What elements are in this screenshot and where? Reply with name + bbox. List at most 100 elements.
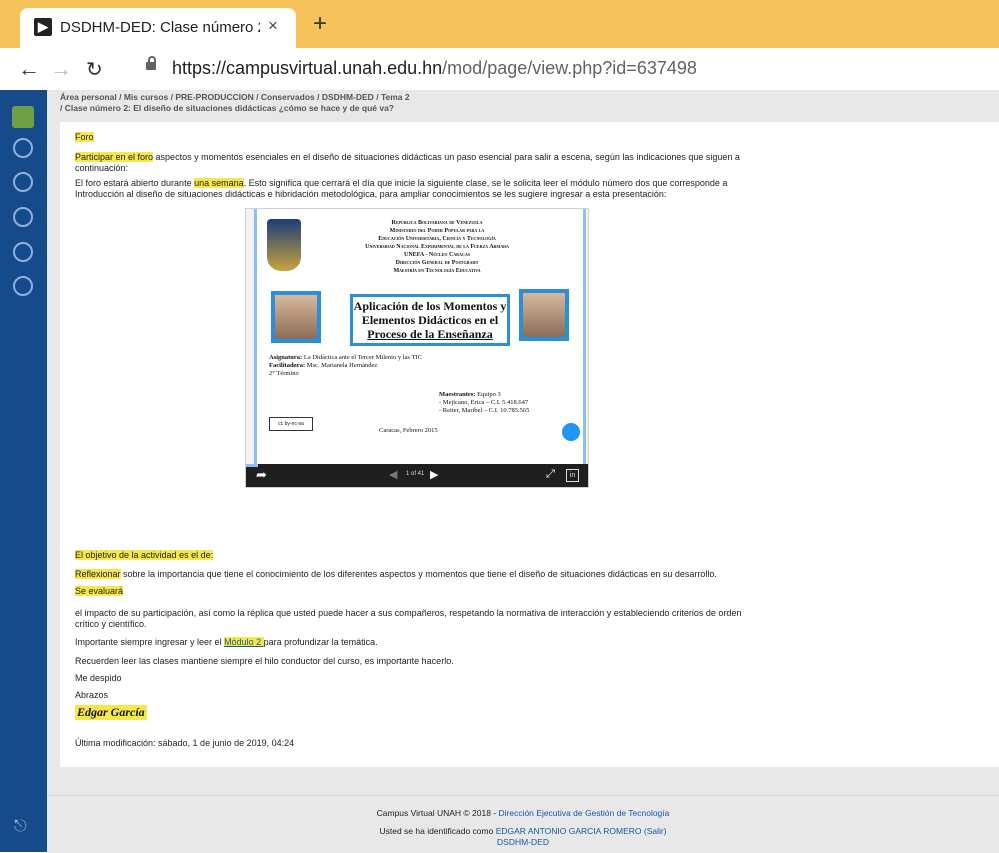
- slide-action-dot[interactable]: [562, 423, 580, 441]
- footer-login-text: Usted se ha identificado como: [379, 826, 496, 836]
- browser-toolbar: ← → ↻ https://campusvirtual.unah.edu.hn/…: [0, 48, 999, 91]
- modulo-2-link[interactable]: Módulo 2: [224, 637, 264, 647]
- footer-course-link: DSDHM-DED: [47, 837, 999, 848]
- breadcrumb-sep: /: [119, 92, 122, 102]
- moodle-favicon-icon: ▶: [34, 18, 52, 36]
- reflexionar-highlight: Reflexionar: [75, 569, 121, 579]
- footer-copyright-text: Campus Virtual UNAH © 2018 -: [376, 808, 499, 818]
- creative-commons-badge: cc by-nc-sa: [269, 417, 313, 431]
- calendar-icon[interactable]: [13, 207, 33, 227]
- una-semana-highlight: una semana: [194, 178, 244, 188]
- slide-title-line: Proceso de la Enseñanza: [367, 327, 493, 341]
- footer-copyright: Campus Virtual UNAH © 2018 - Dirección E…: [47, 808, 999, 819]
- messages-icon[interactable]: [13, 242, 33, 262]
- breadcrumb-item[interactable]: PRE-PRODUCCION: [175, 92, 253, 102]
- breadcrumb-item[interactable]: DSDHM-DED: [322, 92, 374, 102]
- facilitadora-value: Msc. Marianela Hernández: [305, 362, 378, 369]
- tab-close-icon[interactable]: ×: [268, 16, 278, 36]
- linkedin-icon[interactable]: in: [566, 469, 579, 482]
- breadcrumb-sep: /: [170, 92, 173, 102]
- breadcrumb-sep: /: [60, 103, 63, 113]
- importante-text-2: para profundizar la temática.: [263, 637, 378, 647]
- forward-arrow-icon[interactable]: →: [50, 56, 72, 82]
- presenter-photo-left: [271, 291, 321, 343]
- slide-counter: 1 of 41: [406, 471, 425, 477]
- participar-link[interactable]: Participar en el foro: [75, 152, 154, 162]
- university-crest-icon: [267, 219, 301, 271]
- section-heading-foro: Foro: [75, 132, 94, 143]
- footer-user-link[interactable]: EDGAR ANTONIO GARCIA ROMERO: [496, 826, 642, 836]
- presentation-slide: República Bolivariana de Venezuela Minis…: [254, 209, 586, 464]
- nav-drawer: ⎋: [0, 90, 47, 852]
- maestrantes-value: Equipo 3: [475, 391, 501, 398]
- last-modified: Última modificación: sábado, 1 de junio …: [75, 738, 295, 748]
- maestrante-1: - Mejicano, Erica – C.I. 5.418.647: [439, 399, 529, 406]
- reload-icon[interactable]: ↻: [86, 57, 103, 82]
- presenter-photo-right: [519, 289, 569, 341]
- breadcrumb-item[interactable]: Mis cursos: [124, 92, 168, 102]
- breadcrumb-item[interactable]: Área personal: [60, 92, 117, 102]
- facilitadora-label: Facilitadora:: [269, 362, 306, 369]
- prev-slide-icon[interactable]: ◀: [389, 468, 397, 481]
- participants-icon[interactable]: [13, 276, 33, 296]
- breadcrumb: Área personal / Mis cursos / PRE-PRODUCC…: [60, 92, 410, 102]
- back-arrow-icon[interactable]: ←: [18, 56, 40, 82]
- breadcrumb-sep: /: [256, 92, 259, 102]
- site-logo-icon[interactable]: [12, 106, 34, 128]
- person-photo-icon: [523, 293, 565, 337]
- presentation-progress: [246, 464, 258, 467]
- courses-icon[interactable]: [13, 172, 33, 192]
- url-path: /mod/page/view.php?id=637498: [442, 58, 697, 78]
- breadcrumb-sep: /: [317, 92, 320, 102]
- breadcrumb-current: / Clase número 2: El diseño de situacion…: [60, 103, 394, 113]
- fullscreen-icon[interactable]: ⤢: [546, 468, 555, 481]
- termino: 2° Término: [269, 370, 299, 377]
- slide-title-line: Elementos Didácticos en el: [361, 313, 499, 327]
- slide-details: Asignatura: La Didáctica ante el Tercer …: [269, 354, 489, 378]
- paragraph-participar: Participar en el foro aspectos y momento…: [75, 152, 765, 174]
- slide-header-line: Maestría en Tecnología Educativa: [393, 268, 481, 274]
- abrazos: Abrazos: [75, 690, 109, 700]
- slide-header-line: UNEFA - Núcleo Caracas: [404, 252, 470, 258]
- slide-header-line: República Bolivariana de Venezuela: [391, 220, 483, 226]
- paragraph-reflexionar: Reflexionar sobre la importancia que tie…: [75, 569, 765, 580]
- breadcrumb-item[interactable]: Tema 2: [381, 92, 410, 102]
- breadcrumb-sep: /: [376, 92, 379, 102]
- objetivo-heading: El objetivo de la actividad es el de:: [75, 550, 214, 561]
- slide-header: República Bolivariana de Venezuela Minis…: [321, 219, 553, 275]
- participar-text: aspectos y momentos esenciales en el dis…: [75, 152, 740, 173]
- address-bar[interactable]: https://campusvirtual.unah.edu.hn/mod/pa…: [172, 58, 697, 79]
- slide-title: Aplicación de los Momentos y Elementos D…: [350, 294, 510, 346]
- footer-logout-link[interactable]: (Salir): [642, 826, 667, 836]
- foro-label: Foro: [75, 132, 94, 142]
- browser-tab[interactable]: ▶ DSDHM-DED: Clase número 2: El ×: [20, 8, 296, 48]
- logout-icon[interactable]: ⎋: [14, 818, 27, 836]
- next-slide-icon[interactable]: ▶: [430, 468, 438, 481]
- paragraph-recuerden: Recuerden leer las clases mantiene siemp…: [75, 656, 454, 666]
- slide-header-line: Ministerio del Poder Popular para la: [389, 228, 485, 234]
- breadcrumb-current-label: Clase número 2: El diseño de situaciones…: [64, 103, 395, 113]
- slide-title-line: Aplicación de los Momentos y: [353, 299, 507, 313]
- objetivo-label: El objetivo de la actividad es el de:: [75, 550, 214, 560]
- new-tab-icon[interactable]: +: [313, 10, 327, 38]
- paragraph-impacto: el impacto de su participación, así como…: [75, 608, 742, 629]
- foro-abierto-text: El foro estará abierto durante: [75, 178, 195, 188]
- presentation-controls: ➦ ◀ 1 of 41 ▶ ⤢ in: [246, 464, 588, 487]
- asignatura-label: Asignatura:: [269, 354, 303, 361]
- breadcrumb-item[interactable]: Conservados: [261, 92, 315, 102]
- lock-icon[interactable]: [146, 56, 156, 70]
- footer-course-shortname[interactable]: DSDHM-DED: [497, 837, 549, 847]
- url-host: https://campusvirtual.unah.edu.hn: [172, 58, 443, 78]
- maestrantes-label: Maestrantes:: [439, 391, 476, 398]
- dashboard-icon[interactable]: [13, 138, 33, 158]
- footer-dept-link[interactable]: Dirección Ejecutiva de Gestión de Tecnol…: [498, 808, 669, 818]
- slide-header-line: Dirección General de Postgrado: [395, 260, 479, 266]
- evaluara-label: Se evaluará: [75, 586, 124, 596]
- tab-title: DSDHM-DED: Clase número 2: El: [60, 19, 260, 36]
- page-footer: Campus Virtual UNAH © 2018 - Dirección E…: [47, 795, 999, 853]
- importante-text: Importante siempre ingresar y leer el: [75, 637, 225, 647]
- embedded-presentation[interactable]: República Bolivariana de Venezuela Minis…: [245, 208, 589, 488]
- share-icon[interactable]: ➦: [256, 467, 267, 483]
- asignatura-value: La Didáctica ante el Tercer Milenio y la…: [302, 354, 422, 361]
- paragraph-foro-abierto: El foro estará abierto durante una seman…: [75, 178, 765, 200]
